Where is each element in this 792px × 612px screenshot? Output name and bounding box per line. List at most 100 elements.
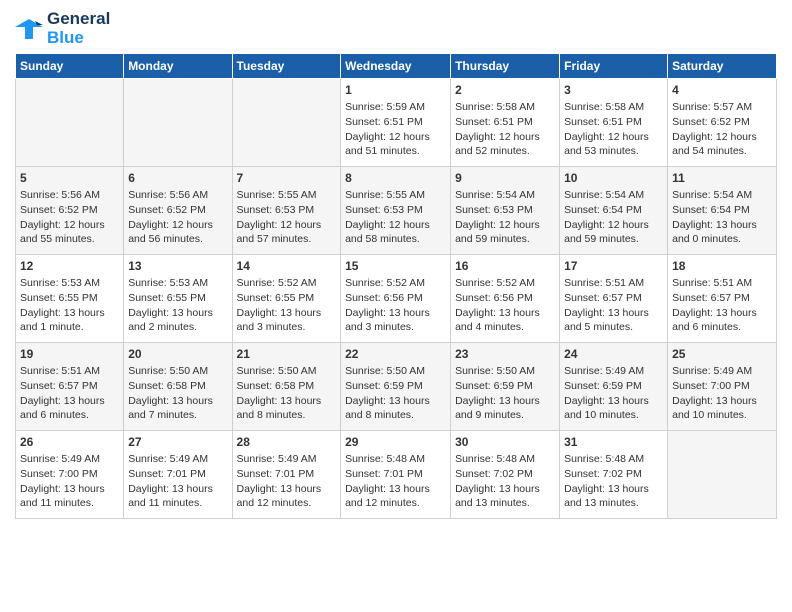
day-info: Sunrise: 5:54 AM — [564, 188, 663, 203]
day-info: Sunset: 6:57 PM — [564, 291, 663, 306]
calendar-header-saturday: Saturday — [668, 54, 777, 79]
day-number: 25 — [672, 346, 772, 363]
calendar-table: SundayMondayTuesdayWednesdayThursdayFrid… — [15, 53, 777, 519]
day-info: Daylight: 13 hours — [455, 306, 555, 321]
day-info: Sunset: 6:55 PM — [128, 291, 227, 306]
day-number: 21 — [237, 346, 337, 363]
day-info: Daylight: 13 hours — [672, 218, 772, 233]
day-info: Sunrise: 5:48 AM — [455, 452, 555, 467]
calendar-week-row: 1Sunrise: 5:59 AMSunset: 6:51 PMDaylight… — [16, 79, 777, 167]
day-info: and 9 minutes. — [455, 408, 555, 423]
day-info: Daylight: 12 hours — [564, 218, 663, 233]
day-info: Daylight: 12 hours — [20, 218, 119, 233]
day-number: 19 — [20, 346, 119, 363]
calendar-cell: 17Sunrise: 5:51 AMSunset: 6:57 PMDayligh… — [560, 255, 668, 343]
day-info: Sunset: 6:52 PM — [672, 115, 772, 130]
day-info: Sunrise: 5:52 AM — [455, 276, 555, 291]
day-number: 12 — [20, 258, 119, 275]
day-info: and 6 minutes. — [672, 320, 772, 335]
day-info: and 10 minutes. — [672, 408, 772, 423]
calendar-cell: 2Sunrise: 5:58 AMSunset: 6:51 PMDaylight… — [451, 79, 560, 167]
calendar-cell: 25Sunrise: 5:49 AMSunset: 7:00 PMDayligh… — [668, 343, 777, 431]
day-info: and 13 minutes. — [564, 496, 663, 511]
calendar-cell: 12Sunrise: 5:53 AMSunset: 6:55 PMDayligh… — [16, 255, 124, 343]
calendar-cell: 27Sunrise: 5:49 AMSunset: 7:01 PMDayligh… — [124, 431, 232, 519]
day-info: and 2 minutes. — [128, 320, 227, 335]
day-number: 22 — [345, 346, 446, 363]
day-number: 10 — [564, 170, 663, 187]
day-info: Sunset: 7:01 PM — [237, 467, 337, 482]
day-info: Sunrise: 5:55 AM — [345, 188, 446, 203]
calendar-cell: 31Sunrise: 5:48 AMSunset: 7:02 PMDayligh… — [560, 431, 668, 519]
day-info: Sunset: 6:54 PM — [672, 203, 772, 218]
day-info: and 12 minutes. — [345, 496, 446, 511]
day-info: and 8 minutes. — [345, 408, 446, 423]
day-number: 17 — [564, 258, 663, 275]
day-info: Daylight: 13 hours — [345, 394, 446, 409]
day-info: and 11 minutes. — [20, 496, 119, 511]
day-info: Sunrise: 5:58 AM — [455, 100, 555, 115]
logo-text: General Blue — [47, 10, 110, 47]
day-info: Daylight: 13 hours — [455, 394, 555, 409]
day-info: Sunrise: 5:52 AM — [345, 276, 446, 291]
calendar-cell — [16, 79, 124, 167]
day-info: Sunrise: 5:51 AM — [20, 364, 119, 379]
day-info: Sunrise: 5:49 AM — [672, 364, 772, 379]
day-info: Daylight: 12 hours — [672, 130, 772, 145]
day-info: Sunset: 6:52 PM — [20, 203, 119, 218]
day-number: 30 — [455, 434, 555, 451]
calendar-cell: 8Sunrise: 5:55 AMSunset: 6:53 PMDaylight… — [341, 167, 451, 255]
calendar-cell: 1Sunrise: 5:59 AMSunset: 6:51 PMDaylight… — [341, 79, 451, 167]
calendar-cell — [124, 79, 232, 167]
day-number: 13 — [128, 258, 227, 275]
calendar-cell: 4Sunrise: 5:57 AMSunset: 6:52 PMDaylight… — [668, 79, 777, 167]
day-info: Sunset: 6:59 PM — [455, 379, 555, 394]
calendar-header-monday: Monday — [124, 54, 232, 79]
day-info: Daylight: 13 hours — [237, 482, 337, 497]
calendar-cell: 26Sunrise: 5:49 AMSunset: 7:00 PMDayligh… — [16, 431, 124, 519]
day-info: Sunrise: 5:49 AM — [237, 452, 337, 467]
day-info: Daylight: 13 hours — [20, 394, 119, 409]
day-number: 1 — [345, 82, 446, 99]
calendar-header-row: SundayMondayTuesdayWednesdayThursdayFrid… — [16, 54, 777, 79]
day-info: and 54 minutes. — [672, 144, 772, 159]
day-number: 16 — [455, 258, 555, 275]
day-info: Daylight: 13 hours — [237, 394, 337, 409]
day-info: and 59 minutes. — [564, 232, 663, 247]
day-info: Sunset: 6:54 PM — [564, 203, 663, 218]
calendar-header-thursday: Thursday — [451, 54, 560, 79]
calendar-week-row: 5Sunrise: 5:56 AMSunset: 6:52 PMDaylight… — [16, 167, 777, 255]
day-info: Sunrise: 5:55 AM — [237, 188, 337, 203]
day-number: 8 — [345, 170, 446, 187]
calendar-cell: 21Sunrise: 5:50 AMSunset: 6:58 PMDayligh… — [232, 343, 341, 431]
day-info: Sunrise: 5:51 AM — [672, 276, 772, 291]
day-number: 26 — [20, 434, 119, 451]
day-info: Sunset: 6:51 PM — [564, 115, 663, 130]
calendar-cell: 15Sunrise: 5:52 AMSunset: 6:56 PMDayligh… — [341, 255, 451, 343]
day-info: and 6 minutes. — [20, 408, 119, 423]
day-info: Sunrise: 5:50 AM — [455, 364, 555, 379]
day-info: Daylight: 13 hours — [345, 482, 446, 497]
calendar-cell: 10Sunrise: 5:54 AMSunset: 6:54 PMDayligh… — [560, 167, 668, 255]
day-info: Sunset: 6:52 PM — [128, 203, 227, 218]
day-info: and 8 minutes. — [237, 408, 337, 423]
day-info: Daylight: 12 hours — [345, 130, 446, 145]
calendar-cell: 30Sunrise: 5:48 AMSunset: 7:02 PMDayligh… — [451, 431, 560, 519]
day-info: Daylight: 13 hours — [128, 394, 227, 409]
day-number: 4 — [672, 82, 772, 99]
day-info: Sunrise: 5:58 AM — [564, 100, 663, 115]
day-info: and 10 minutes. — [564, 408, 663, 423]
calendar-cell — [668, 431, 777, 519]
day-info: Daylight: 13 hours — [20, 306, 119, 321]
day-info: Sunset: 6:55 PM — [20, 291, 119, 306]
day-info: Sunrise: 5:48 AM — [564, 452, 663, 467]
day-info: and 5 minutes. — [564, 320, 663, 335]
calendar-cell: 5Sunrise: 5:56 AMSunset: 6:52 PMDaylight… — [16, 167, 124, 255]
calendar-cell: 24Sunrise: 5:49 AMSunset: 6:59 PMDayligh… — [560, 343, 668, 431]
day-info: Daylight: 12 hours — [564, 130, 663, 145]
day-info: Daylight: 13 hours — [564, 394, 663, 409]
day-info: Daylight: 12 hours — [237, 218, 337, 233]
day-info: and 57 minutes. — [237, 232, 337, 247]
day-number: 27 — [128, 434, 227, 451]
day-info: Sunrise: 5:53 AM — [128, 276, 227, 291]
